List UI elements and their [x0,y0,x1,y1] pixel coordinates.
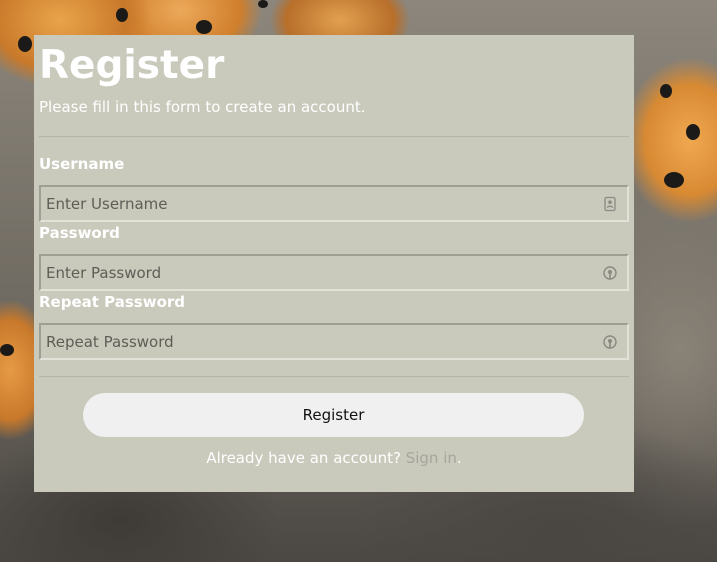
ladybug-spot [660,84,672,98]
lock-icon [603,335,617,349]
ladybug-spot [686,124,700,140]
ladybug-spot [258,0,268,8]
page-title: Register [39,43,225,88]
register-form: Register Please fill in this form to cre… [34,35,634,492]
ladybug-spot [18,36,32,52]
password-label: Password [39,224,120,242]
signin-suffix: . [456,449,462,467]
ladybug-spot [196,20,212,34]
repeat-password-input[interactable] [41,325,627,358]
signin-prompt-text: Already have an account? [206,449,401,467]
ladybug-spot [0,344,14,356]
id-badge-icon [604,196,616,212]
username-input[interactable] [41,187,627,220]
password-input[interactable] [41,256,627,289]
password-field-wrapper [39,254,629,291]
form-subtitle: Please fill in this form to create an ac… [39,98,366,116]
signin-link[interactable]: Sign in [406,449,457,467]
repeat-password-field-wrapper [39,323,629,360]
divider [39,136,629,137]
username-label: Username [39,155,125,173]
register-button[interactable]: Register [83,393,584,437]
divider [39,376,629,377]
lock-icon [603,266,617,280]
ladybug-spot [116,8,128,22]
username-field-wrapper [39,185,629,222]
signin-prompt: Already have an account? Sign in. [34,449,634,467]
repeat-password-label: Repeat Password [39,293,186,311]
ladybug-spot [664,172,684,188]
